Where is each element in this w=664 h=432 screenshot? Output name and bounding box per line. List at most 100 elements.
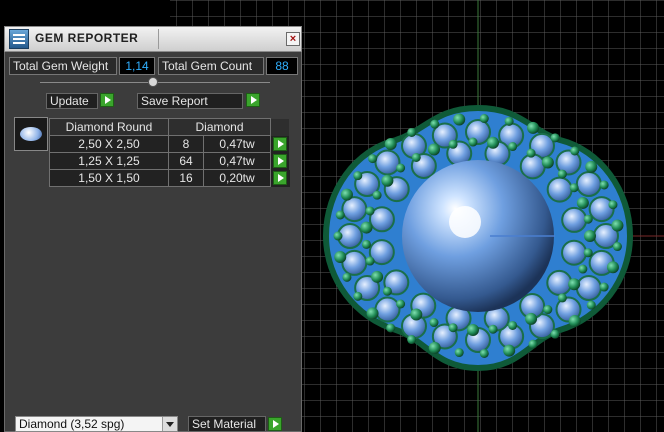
- prong-ball: [333, 231, 343, 241]
- gem-count: 64: [168, 152, 204, 170]
- prong-ball: [488, 324, 498, 334]
- prong-ball: [599, 282, 609, 292]
- prong-ball: [527, 121, 540, 134]
- prong-ball: [487, 136, 500, 149]
- prong-ball: [576, 196, 589, 209]
- prong-ball: [365, 206, 375, 216]
- prong-ball: [504, 116, 514, 126]
- row-go-icon[interactable]: [273, 137, 287, 152]
- gem-size: 2,50 X 2,50: [49, 135, 169, 153]
- table-row[interactable]: 1,25 X 1,25 64 0,47tw: [49, 152, 290, 170]
- accent-gem: [546, 176, 573, 203]
- prong-ball: [384, 138, 397, 151]
- panel-titlebar[interactable]: GEM REPORTER ×: [4, 26, 302, 52]
- prong-ball: [335, 210, 345, 220]
- splitter-handle[interactable]: [148, 77, 158, 87]
- col-material-header: Diamond: [168, 118, 271, 136]
- prong-ball: [599, 180, 609, 190]
- prong-ball: [396, 163, 406, 173]
- gem-weight: 0,47tw: [203, 152, 271, 170]
- prong-ball: [353, 291, 363, 301]
- prong-ball: [396, 299, 406, 309]
- gem-count: 8: [168, 135, 204, 153]
- prong-ball: [453, 113, 466, 126]
- set-material-go-icon[interactable]: [268, 417, 282, 431]
- row-go-icon[interactable]: [273, 171, 288, 186]
- total-gem-count-label: Total Gem Count: [158, 57, 264, 75]
- prong-ball: [508, 142, 518, 152]
- prong-ball: [557, 169, 567, 179]
- prong-ball: [508, 320, 518, 330]
- prong-ball: [454, 348, 464, 358]
- prong-ball: [411, 152, 421, 162]
- set-material-button[interactable]: Set Material: [188, 416, 266, 432]
- prong-ball: [606, 261, 619, 274]
- chevron-down-icon[interactable]: [162, 417, 177, 431]
- close-icon[interactable]: ×: [286, 32, 300, 46]
- prong-ball: [525, 312, 538, 325]
- accent-gem: [519, 153, 546, 180]
- prong-ball: [550, 133, 560, 143]
- prong-ball: [578, 264, 588, 274]
- update-go-icon[interactable]: [100, 93, 114, 107]
- prong-ball: [430, 119, 440, 129]
- prong-ball: [372, 190, 382, 200]
- prong-ball: [428, 341, 441, 354]
- prong-ball: [382, 286, 392, 296]
- prong-ball: [407, 127, 417, 137]
- prong-ball: [340, 188, 353, 201]
- save-report-button[interactable]: Save Report: [137, 93, 243, 109]
- total-gem-weight-label: Total Gem Weight: [9, 57, 117, 75]
- prong-ball: [360, 221, 373, 234]
- table-row[interactable]: 2,50 X 2,50 8 0,47tw: [49, 135, 290, 153]
- gem-size: 1,50 X 1,50: [49, 169, 169, 187]
- material-selected-value: Diamond (3,52 spg): [19, 417, 125, 431]
- prong-ball: [611, 219, 624, 232]
- prong-ball: [479, 114, 489, 124]
- prong-ball: [429, 318, 439, 328]
- material-select[interactable]: Diamond (3,52 spg): [15, 416, 178, 432]
- prong-ball: [427, 143, 440, 156]
- accent-gem: [374, 296, 401, 323]
- prong-ball: [365, 256, 375, 266]
- accent-gem: [561, 206, 588, 233]
- total-gem-count-value: 88: [266, 57, 298, 75]
- table-header-row: Diamond Round Diamond: [49, 118, 290, 136]
- prong-ball: [371, 270, 384, 283]
- gem-size: 1,25 X 1,25: [49, 152, 169, 170]
- prong-ball: [407, 335, 417, 345]
- gem-weight: 0,20tw: [203, 169, 271, 187]
- prong-ball: [608, 200, 618, 210]
- prong-ball: [368, 154, 378, 164]
- accent-gem: [575, 275, 602, 301]
- col-shape-header: Diamond Round: [49, 118, 169, 136]
- prong-ball: [541, 156, 554, 169]
- prong-ball: [569, 183, 579, 193]
- accent-gem: [546, 269, 573, 296]
- prong-ball: [448, 139, 458, 149]
- prong-ball: [466, 323, 479, 336]
- prong-ball: [342, 272, 352, 282]
- prong-ball: [468, 137, 478, 147]
- save-report-go-icon[interactable]: [246, 93, 260, 107]
- prong-ball: [557, 293, 567, 303]
- diamond-round-icon[interactable]: [14, 117, 48, 151]
- prong-ball: [503, 344, 516, 357]
- prong-ball: [381, 174, 394, 187]
- prong-ball: [568, 315, 581, 328]
- row-go-icon[interactable]: [273, 154, 287, 169]
- prong-ball: [570, 146, 580, 156]
- prong-ball: [386, 323, 396, 333]
- accent-gem: [374, 149, 401, 176]
- prong-ball: [366, 307, 379, 320]
- gem-reporter-icon: [9, 29, 29, 49]
- panel-title: GEM REPORTER: [35, 31, 139, 45]
- prong-ball: [410, 308, 423, 321]
- accent-gem: [588, 196, 615, 223]
- gem-table: Diamond Round Diamond 2,50 X 2,50 8 0,47…: [49, 118, 290, 187]
- prong-ball: [550, 329, 560, 339]
- prong-ball: [583, 214, 593, 224]
- total-gem-weight-value: 1,14: [119, 57, 155, 75]
- update-button[interactable]: Update: [46, 93, 98, 109]
- table-row[interactable]: 1,50 X 1,50 16 0,20tw: [49, 169, 290, 187]
